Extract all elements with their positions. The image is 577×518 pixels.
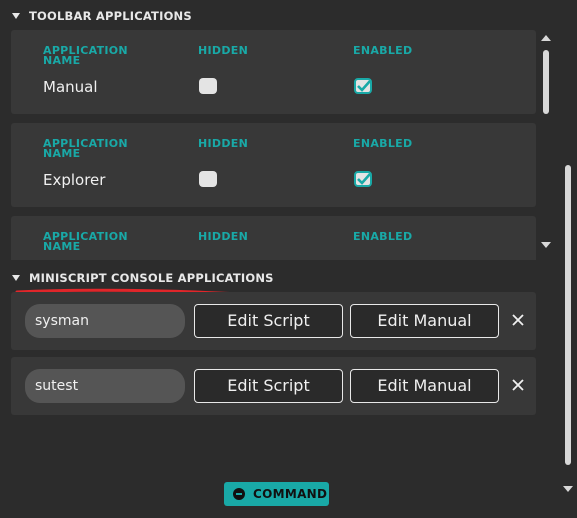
checkmark-icon xyxy=(357,173,371,185)
edit-manual-button[interactable]: Edit Manual xyxy=(350,369,499,403)
checkmark-icon xyxy=(357,80,371,92)
scroll-down-arrow-icon[interactable] xyxy=(541,242,551,248)
hidden-checkbox[interactable] xyxy=(199,171,217,187)
hidden-column-label: HIDDEN xyxy=(198,44,249,57)
hidden-column-label: HIDDEN xyxy=(198,230,249,243)
toolbar-app-card: APPLICATION NAME HIDDEN ENABLED xyxy=(11,216,536,260)
hidden-checkbox[interactable] xyxy=(199,78,217,94)
console-applications-title: MINISCRIPT CONSOLE APPLICATIONS xyxy=(29,271,274,285)
edit-script-button[interactable]: Edit Script xyxy=(194,369,343,403)
enabled-checkbox[interactable] xyxy=(354,78,372,94)
toolbar-app-name: Manual xyxy=(43,78,98,96)
console-app-name-input[interactable] xyxy=(25,369,185,403)
enabled-column-label: ENABLED xyxy=(353,44,413,57)
console-app-name-input[interactable] xyxy=(25,304,185,338)
application-name-column-label: APPLICATION NAME xyxy=(43,44,128,67)
close-icon[interactable] xyxy=(508,375,528,395)
console-applications-header[interactable]: MINISCRIPT CONSOLE APPLICATIONS xyxy=(12,271,274,285)
minus-circle-icon xyxy=(233,488,245,500)
hidden-column-label: HIDDEN xyxy=(198,137,249,150)
edit-manual-button[interactable]: Edit Manual xyxy=(350,304,499,338)
toolbar-applications-header[interactable]: TOOLBAR APPLICATIONS xyxy=(12,9,192,23)
toolbar-app-card: APPLICATION NAME HIDDEN ENABLED Manual xyxy=(11,30,536,114)
toolbar-applications-list: APPLICATION NAME HIDDEN ENABLED Manual A… xyxy=(0,28,556,260)
command-button-label: COMMAND xyxy=(253,487,328,501)
collapse-triangle-icon[interactable] xyxy=(12,13,20,19)
enabled-column-label: ENABLED xyxy=(353,230,413,243)
scroll-up-arrow-icon[interactable] xyxy=(541,35,551,41)
toolbar-applications-title: TOOLBAR APPLICATIONS xyxy=(29,9,192,23)
toolbar-app-name: Explorer xyxy=(43,171,106,189)
toolbar-app-card: APPLICATION NAME HIDDEN ENABLED Explorer xyxy=(11,123,536,207)
console-app-row: Edit Script Edit Manual xyxy=(11,292,536,350)
command-button[interactable]: COMMAND xyxy=(224,482,329,506)
page-scrollbar-thumb[interactable] xyxy=(565,165,571,465)
close-icon[interactable] xyxy=(508,310,528,330)
application-name-column-label: APPLICATION NAME xyxy=(43,230,128,253)
page-scroll-down-arrow-icon[interactable] xyxy=(563,486,573,492)
toolbar-list-scrollbar-thumb[interactable] xyxy=(543,50,549,114)
application-name-column-label: APPLICATION NAME xyxy=(43,137,128,160)
enabled-checkbox[interactable] xyxy=(354,171,372,187)
collapse-triangle-icon[interactable] xyxy=(12,275,20,281)
edit-script-button[interactable]: Edit Script xyxy=(194,304,343,338)
console-app-row: Edit Script Edit Manual xyxy=(11,357,536,415)
enabled-column-label: ENABLED xyxy=(353,137,413,150)
